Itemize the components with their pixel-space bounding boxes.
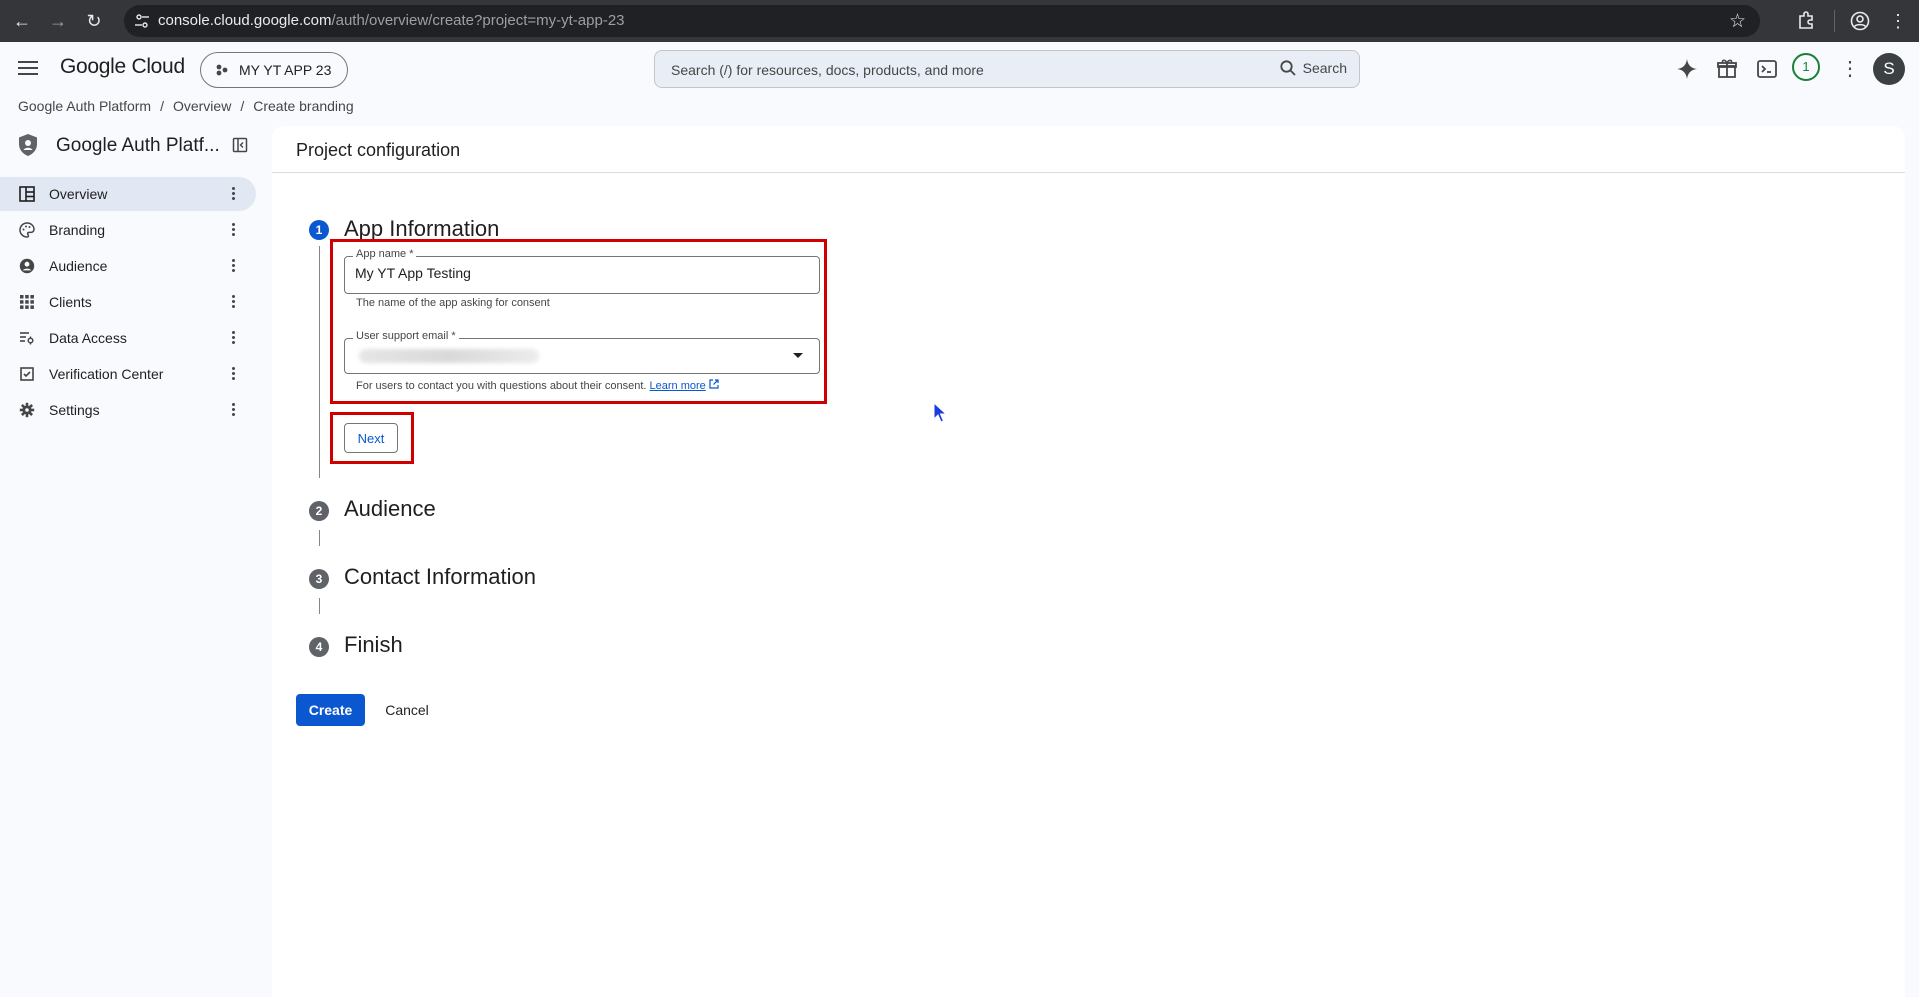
project-dots-icon xyxy=(216,64,228,76)
console-header: Google Cloud MY YT APP 23 Search 1 ⋮ S xyxy=(0,42,1919,96)
notifications-badge[interactable]: 1 xyxy=(1792,53,1820,81)
extensions-icon[interactable] xyxy=(1796,10,1818,32)
dashboard-icon xyxy=(19,186,35,202)
sidebar-item-label: Data Access xyxy=(49,330,127,346)
hamburger-menu-icon[interactable] xyxy=(16,57,40,81)
page-title: Project configuration xyxy=(296,140,461,160)
step-connector xyxy=(319,246,320,478)
search-icon xyxy=(1280,60,1296,76)
support-email-select[interactable]: User support email * xyxy=(344,330,820,374)
kebab-menu-icon[interactable] xyxy=(232,403,236,417)
step-connector xyxy=(319,598,320,614)
learn-more-link[interactable]: Learn more xyxy=(650,380,706,392)
gear-icon xyxy=(19,402,35,418)
breadcrumb-item-overview[interactable]: Overview xyxy=(173,98,231,114)
step-connector xyxy=(319,530,320,546)
gift-icon[interactable] xyxy=(1715,57,1739,81)
browser-menu-icon[interactable]: ⋮ xyxy=(1886,9,1910,33)
google-cloud-logo[interactable]: Google Cloud xyxy=(60,55,185,79)
shield-icon xyxy=(19,134,37,156)
next-button[interactable]: Next xyxy=(344,423,398,453)
step-title-finish[interactable]: Finish xyxy=(344,632,403,658)
breadcrumb-item-auth-platform[interactable]: Google Auth Platform xyxy=(18,98,151,114)
breadcrumb: Google Auth Platform / Overview / Create… xyxy=(18,98,354,114)
external-link-icon xyxy=(709,379,719,389)
avatar[interactable]: S xyxy=(1873,53,1905,85)
step-number-2: 2 xyxy=(309,501,329,521)
support-email-hint: For users to contact you with questions … xyxy=(356,379,719,392)
cancel-button[interactable]: Cancel xyxy=(374,694,440,726)
app-name-input[interactable]: My YT App Testing xyxy=(355,265,471,281)
sidebar-item-branding[interactable]: Branding xyxy=(0,213,256,247)
sidebar-header: Google Auth Platf... xyxy=(18,131,258,161)
kebab-menu-icon[interactable] xyxy=(232,295,236,309)
search-button[interactable]: Search xyxy=(1279,59,1347,77)
gemini-sparkle-icon[interactable] xyxy=(1675,57,1699,81)
step-title-audience[interactable]: Audience xyxy=(344,496,436,522)
sidebar-item-label: Overview xyxy=(49,186,108,202)
kebab-menu-icon[interactable] xyxy=(232,187,236,201)
sidebar-nav: Overview Branding Audience Clients Data … xyxy=(0,177,258,429)
app-name-field[interactable]: App name * My YT App Testing xyxy=(344,248,820,294)
reload-icon[interactable]: ↻ xyxy=(82,9,106,33)
back-arrow-icon[interactable]: ← xyxy=(10,9,34,33)
create-button[interactable]: Create xyxy=(296,694,365,726)
kebab-menu-icon[interactable] xyxy=(232,259,236,273)
toolbar-separator xyxy=(1834,10,1835,32)
main-panel: Project configuration 1 App Information … xyxy=(272,126,1905,997)
forward-arrow-icon[interactable]: → xyxy=(46,9,70,33)
kebab-menu-icon[interactable] xyxy=(232,331,236,345)
step-number-4: 4 xyxy=(309,637,329,657)
bookmark-star-icon[interactable]: ☆ xyxy=(1729,10,1746,33)
search-input[interactable] xyxy=(669,51,1233,89)
sidebar-item-verification-center[interactable]: Verification Center xyxy=(0,357,256,391)
collapse-sidebar-icon[interactable] xyxy=(232,137,248,153)
title-divider xyxy=(272,172,1905,173)
grid-dots-icon xyxy=(20,295,34,309)
kebab-menu-icon[interactable] xyxy=(232,367,236,381)
step-number-1: 1 xyxy=(309,220,329,240)
site-settings-icon[interactable] xyxy=(134,13,150,29)
profile-icon[interactable] xyxy=(1849,10,1871,32)
search-bar: Search xyxy=(654,50,1360,89)
project-picker[interactable]: MY YT APP 23 xyxy=(200,52,349,88)
more-options-icon[interactable]: ⋮ xyxy=(1840,57,1860,81)
checkbox-icon xyxy=(20,367,34,381)
sidebar-title: Google Auth Platf... xyxy=(56,135,220,156)
search-button-label: Search xyxy=(1302,60,1347,76)
sidebar-item-label: Audience xyxy=(49,258,108,274)
sidebar-item-label: Branding xyxy=(49,222,106,238)
breadcrumb-item-create-branding: Create branding xyxy=(253,98,354,114)
sidebar-item-label: Verification Center xyxy=(49,366,164,382)
project-name: MY YT APP 23 xyxy=(239,62,332,78)
browser-toolbar: ← → ↻ console.cloud.google.com/auth/over… xyxy=(0,0,1919,42)
sidebar-item-data-access[interactable]: Data Access xyxy=(0,321,256,355)
sidebar-item-label: Clients xyxy=(49,294,92,310)
sidebar-item-label: Settings xyxy=(49,402,100,418)
kebab-menu-icon[interactable] xyxy=(232,223,236,237)
redacted-email-value xyxy=(359,349,539,363)
person-circle-icon xyxy=(19,258,35,274)
data-access-icon xyxy=(20,332,34,345)
sidebar-item-clients[interactable]: Clients xyxy=(0,285,256,319)
sidebar-item-audience[interactable]: Audience xyxy=(0,249,256,283)
app-name-hint: The name of the app asking for consent xyxy=(356,297,550,309)
support-email-label: User support email * xyxy=(353,330,459,342)
sidebar-item-overview[interactable]: Overview xyxy=(0,177,256,211)
dropdown-arrow-icon[interactable] xyxy=(793,353,803,358)
palette-icon xyxy=(19,222,35,238)
step-number-3: 3 xyxy=(309,569,329,589)
address-bar[interactable]: console.cloud.google.com/auth/overview/c… xyxy=(124,5,1760,37)
mouse-cursor-icon xyxy=(933,402,947,423)
sidebar-item-settings[interactable]: Settings xyxy=(0,393,256,427)
step-title-contact-information[interactable]: Contact Information xyxy=(344,564,536,590)
app-name-label: App name * xyxy=(353,248,417,260)
url-text: console.cloud.google.com/auth/overview/c… xyxy=(158,12,625,29)
cloud-shell-icon[interactable] xyxy=(1755,57,1779,81)
